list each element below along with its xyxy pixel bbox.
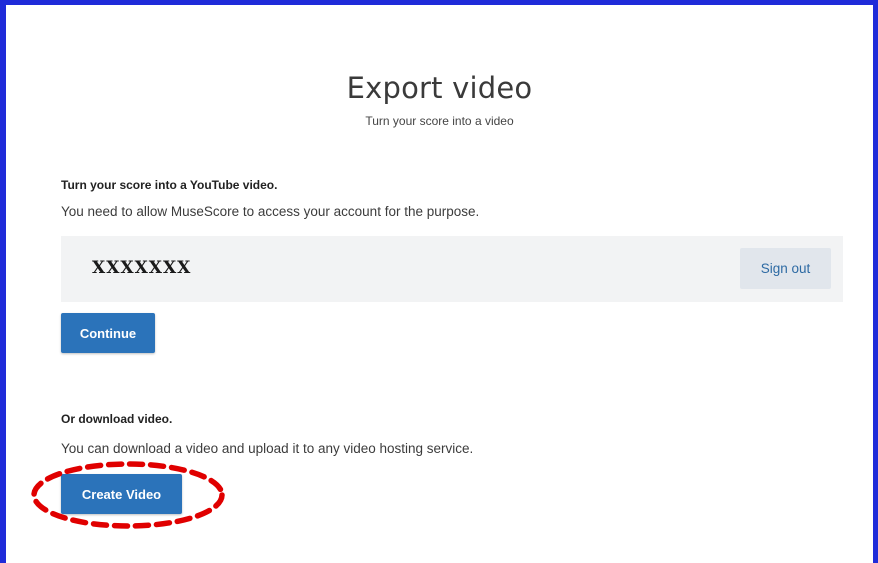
continue-button[interactable]: Continue — [61, 313, 155, 353]
youtube-section-heading: Turn your score into a YouTube video. — [61, 178, 278, 192]
download-section-heading: Or download video. — [61, 412, 173, 426]
highlight-ellipse-annotation — [31, 461, 225, 529]
dialog-header: Export video Turn your score into a vide… — [6, 71, 873, 128]
screenshot-frame: Export video Turn your score into a vide… — [0, 0, 878, 563]
page-title: Export video — [346, 71, 533, 105]
account-panel: XXXXXXX Sign out — [61, 236, 843, 302]
sign-out-button[interactable]: Sign out — [740, 248, 831, 289]
download-section-description: You can download a video and upload it t… — [61, 441, 474, 456]
account-name: XXXXXXX — [92, 258, 192, 278]
youtube-section-description: You need to allow MuseScore to access yo… — [61, 204, 480, 219]
page-subtitle: Turn your score into a video — [365, 114, 514, 128]
